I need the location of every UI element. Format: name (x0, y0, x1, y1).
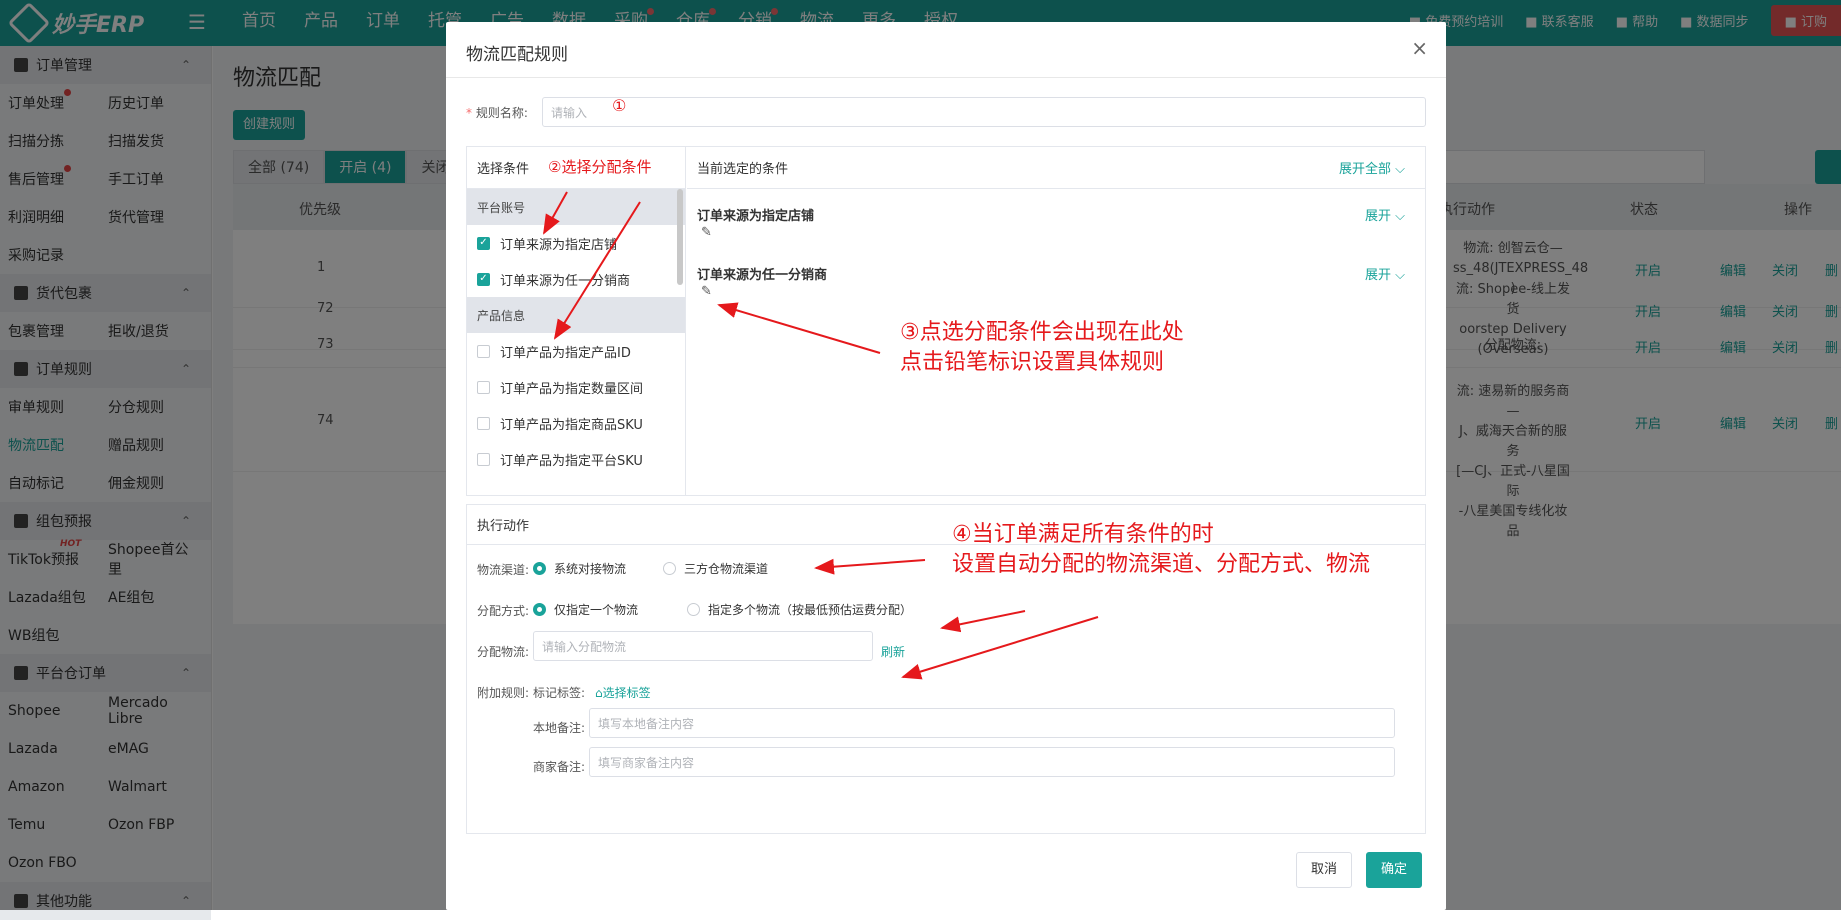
radio[interactable] (687, 603, 700, 616)
selected-condition-title: 订单来源为任一分销商 (697, 268, 828, 283)
annotation-3: ③点选分配条件会出现在此处 点击铅笔标识设置具体规则 (900, 320, 1184, 375)
radio-label: 系统对接物流 (554, 562, 627, 576)
tag-label: 标记标签: (533, 686, 586, 700)
confirm-button[interactable]: 确定 (1366, 852, 1423, 888)
channel-label: 物流渠道: (477, 563, 530, 577)
radio-label: 仅指定一个物流 (554, 603, 639, 617)
logistics-input[interactable]: 请输入分配物流 (533, 631, 873, 661)
condition-label: 订单产品为指定产品ID (500, 345, 631, 361)
pencil-icon[interactable]: ✎ (701, 284, 712, 299)
radio[interactable] (663, 562, 676, 575)
seller-note-label: 商家备注: (533, 760, 586, 774)
checkbox-checked[interactable]: ✓ (477, 236, 490, 250)
checkbox[interactable] (477, 452, 490, 466)
pencil-icon[interactable]: ✎ (701, 225, 712, 240)
condition-label: 订单产品为指定平台SKU (500, 453, 643, 469)
condition-label: 订单来源为指定店铺 (500, 237, 618, 253)
rule-name-input[interactable]: 请输入 (542, 97, 1426, 127)
rule-name-label: * 规则名称: (466, 106, 528, 120)
condition-label: 订单产品为指定数量区间 (500, 381, 644, 397)
condition-group-title: 平台账号 (467, 189, 685, 225)
local-note-input[interactable]: 填写本地备注内容 (589, 708, 1395, 738)
method-label: 分配方式: (477, 604, 530, 618)
condition-item[interactable]: 订单产品为指定数量区间 (467, 369, 685, 405)
checkbox[interactable] (477, 416, 490, 430)
refresh-link[interactable]: 刷新 (881, 643, 905, 660)
selected-header-label: 当前选定的条件 (697, 162, 789, 177)
expand-link[interactable]: 展开 ⌵ (1365, 205, 1405, 224)
close-icon[interactable]: × (1411, 36, 1428, 60)
checkbox[interactable] (477, 344, 490, 358)
radio-option[interactable]: 仅指定一个物流 (533, 601, 638, 618)
tag-icon: ⌂ (595, 686, 603, 700)
condition-label: 订单来源为任一分销商 (500, 273, 631, 289)
radio-option[interactable]: 系统对接物流 (533, 560, 626, 577)
seller-note-input[interactable]: 填写商家备注内容 (589, 747, 1395, 777)
selected-header: 当前选定的条件 展开全部 ⌵ (687, 147, 1425, 189)
condition-item[interactable]: ✓ 订单来源为指定店铺 (467, 225, 685, 261)
condition-item[interactable]: 订单产品为指定产品ID (467, 333, 685, 369)
condition-item[interactable]: 订单产品为指定平台SKU (467, 441, 685, 477)
modal-title: 物流匹配规则 (466, 45, 568, 65)
annotation-4: ④当订单满足所有条件的时 设置自动分配的物流渠道、分配方式、物流 (952, 522, 1371, 577)
checkbox-checked[interactable]: ✓ (477, 272, 490, 286)
expand-link[interactable]: 展开 ⌵ (1365, 264, 1405, 283)
radio-label: 三方仓物流渠道 (684, 562, 769, 576)
expand-all-link[interactable]: 展开全部 ⌵ (1339, 158, 1405, 177)
radio-option[interactable]: 指定多个物流（按最低预估运费分配） (687, 601, 912, 618)
logistics-label: 分配物流: (477, 645, 530, 659)
condition-item[interactable]: 订单产品为指定商品SKU (467, 405, 685, 441)
extra-rules-label: 附加规则: (477, 686, 530, 700)
radio-label: 指定多个物流（按最低预估运费分配） (708, 603, 913, 617)
local-note-label: 本地备注: (533, 721, 586, 735)
scrollbar[interactable] (677, 189, 683, 285)
select-tag-link[interactable]: ⌂选择标签 (595, 684, 651, 701)
selected-condition-title: 订单来源为指定店铺 (697, 209, 815, 224)
annotation-1: ① (612, 96, 627, 115)
cancel-button[interactable]: 取消 (1296, 852, 1353, 888)
checkbox[interactable] (477, 380, 490, 394)
radio-selected[interactable] (533, 603, 546, 616)
annotation-2: ②选择分配条件 (548, 158, 652, 176)
radio-option[interactable]: 三方仓物流渠道 (663, 560, 768, 577)
condition-label: 订单产品为指定商品SKU (500, 417, 643, 433)
condition-group-title: 产品信息 (467, 297, 685, 333)
condition-list: 选择条件 平台账号 ✓ 订单来源为指定店铺 ✓ 订单来源为任一分销商 产品信息 订单产品为指… (467, 147, 686, 495)
radio-selected[interactable] (533, 562, 546, 575)
divider (446, 77, 1446, 78)
condition-item[interactable]: ✓ 订单来源为任一分销商 (467, 261, 685, 297)
